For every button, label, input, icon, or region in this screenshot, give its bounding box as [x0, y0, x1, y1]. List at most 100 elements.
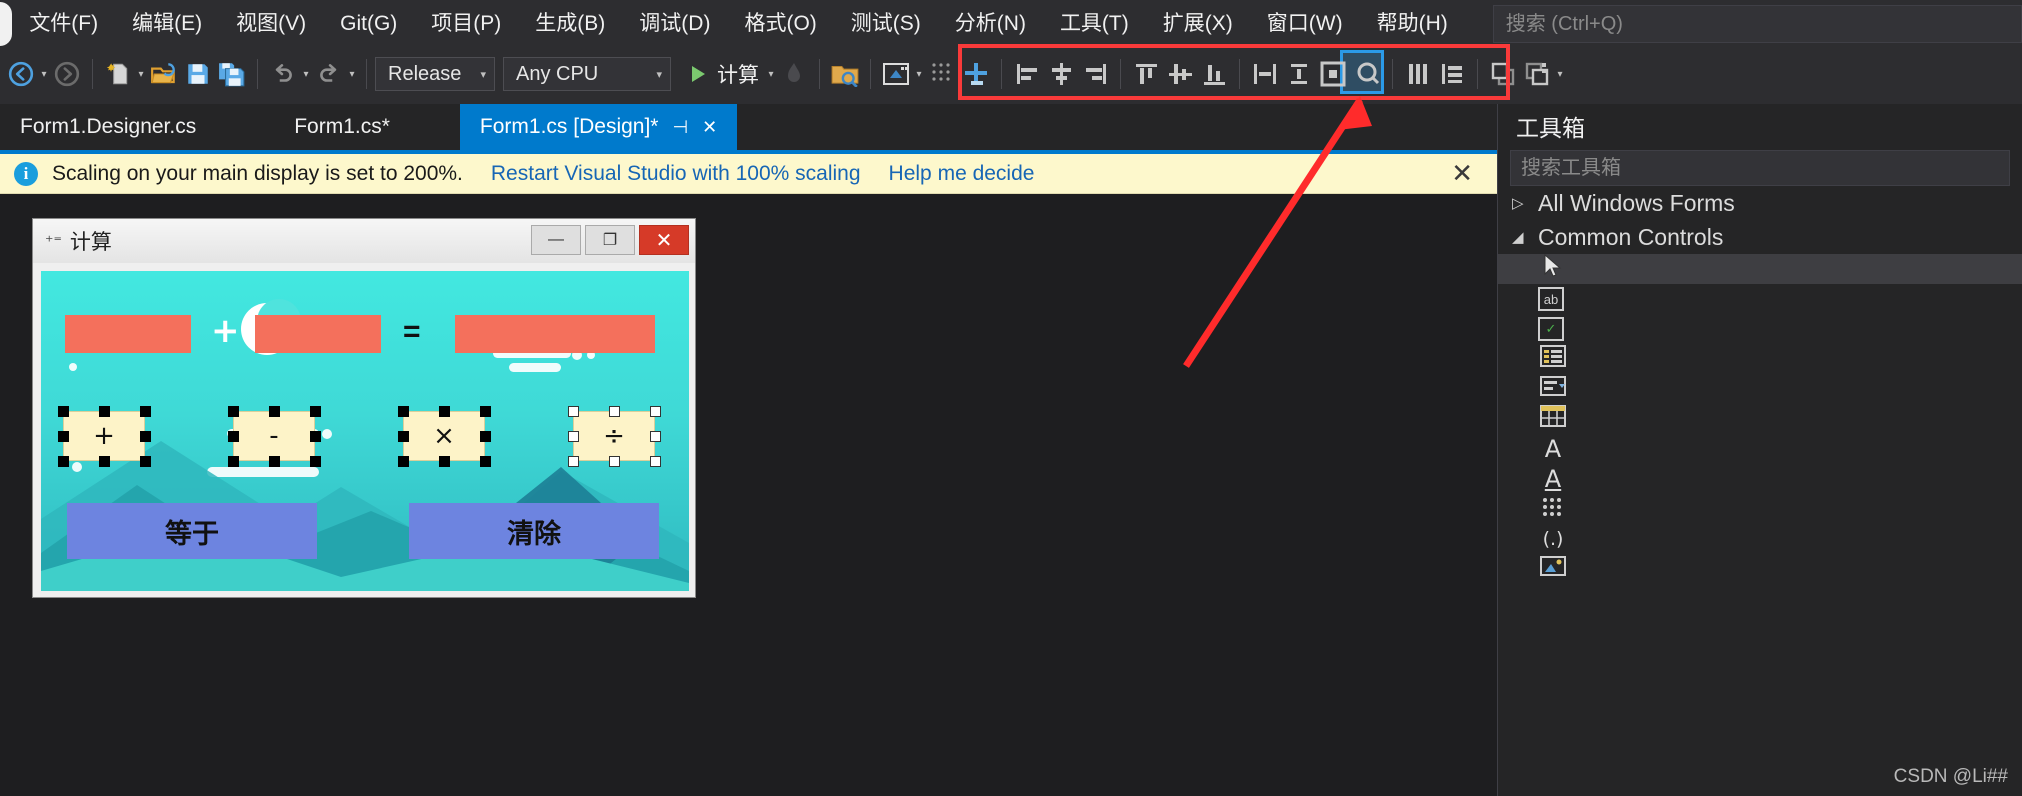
resize-handle[interactable] [58, 431, 69, 442]
resize-handle[interactable] [310, 431, 321, 442]
resize-handle[interactable] [140, 456, 151, 467]
overflow-chevron-icon[interactable]: ▾ [1554, 55, 1566, 93]
undo-icon[interactable] [266, 55, 300, 93]
toolbox-item-datagridview[interactable] [1498, 404, 2022, 434]
resize-handle[interactable] [398, 406, 409, 417]
navigate-back-icon[interactable] [4, 55, 38, 93]
resize-handle[interactable] [269, 456, 280, 467]
resize-handle[interactable] [568, 406, 579, 417]
align-bottoms-icon[interactable] [1197, 55, 1231, 93]
menu-item-edit[interactable]: 编辑(E) [115, 0, 219, 48]
start-debug-dropdown[interactable]: ▾ [765, 55, 777, 93]
menu-item-debug[interactable]: 调试(D) [622, 0, 727, 48]
size-to-grid-icon[interactable] [1350, 55, 1384, 93]
form-designer-canvas[interactable]: ⁺⁼ 计算 — ❐ ✕ + = + - × ÷ 等于 清除 [0, 194, 1497, 796]
tab-form1-cs-design[interactable]: Form1.cs [Design]* ⊣ ✕ [459, 104, 738, 150]
bring-to-front-icon[interactable] [1486, 55, 1520, 93]
navigate-back-dropdown[interactable]: ▾ [38, 55, 50, 93]
toolbox-item-linklabel[interactable]: A [1498, 464, 2022, 494]
align-lefts-icon[interactable] [1010, 55, 1044, 93]
resize-handle[interactable] [310, 406, 321, 417]
resize-handle[interactable] [228, 406, 239, 417]
toolbox-item-checkbox[interactable]: ✓ [1498, 314, 2022, 344]
align-middles-icon[interactable] [1163, 55, 1197, 93]
new-item-dropdown[interactable]: ▾ [135, 55, 147, 93]
button-multiply[interactable]: × [403, 411, 485, 461]
snap-to-grid-icon[interactable] [925, 55, 959, 93]
new-item-icon[interactable] [101, 55, 135, 93]
toolbox-item-listbox[interactable] [1498, 344, 2022, 374]
menu-item-view[interactable]: 视图(V) [219, 0, 323, 48]
resize-handle[interactable] [58, 456, 69, 467]
solution-configuration-combo[interactable]: Release ▾ [375, 57, 495, 91]
resize-handle[interactable] [480, 431, 491, 442]
resize-handle[interactable] [228, 456, 239, 467]
resize-handle[interactable] [568, 431, 579, 442]
resize-handle[interactable] [609, 406, 620, 417]
toolbox-item-numericupdown[interactable]: (.) [1498, 524, 2022, 554]
menu-item-window[interactable]: 窗口(W) [1250, 0, 1360, 48]
textbox-result[interactable] [455, 315, 655, 353]
resize-handle[interactable] [228, 431, 239, 442]
resize-handle[interactable] [58, 406, 69, 417]
menu-item-test[interactable]: 测试(S) [834, 0, 938, 48]
resize-handle[interactable] [480, 406, 491, 417]
restart-100-scaling-link[interactable]: Restart Visual Studio with 100% scaling [491, 162, 861, 186]
designer-home-icon[interactable] [879, 55, 913, 93]
designer-home-dropdown[interactable]: ▾ [913, 55, 925, 93]
form-maximize-button[interactable]: ❐ [585, 225, 635, 255]
button-add[interactable]: + [63, 411, 145, 461]
button-subtract[interactable]: - [233, 411, 315, 461]
save-all-icon[interactable] [215, 55, 249, 93]
send-to-back-icon[interactable] [1520, 55, 1554, 93]
toolbox-item-textbox[interactable]: ab [1498, 284, 2022, 314]
button-equals[interactable]: 等于 [67, 503, 317, 559]
resize-handle[interactable] [439, 456, 450, 467]
pin-tab-icon[interactable]: ⊣ [672, 117, 688, 138]
align-centers-icon[interactable] [1044, 55, 1078, 93]
form-client-area[interactable]: + = + - × ÷ 等于 清除 [41, 271, 689, 591]
align-tops-icon[interactable] [1129, 55, 1163, 93]
navigate-forward-icon[interactable] [50, 55, 84, 93]
resize-handle[interactable] [650, 456, 661, 467]
make-same-height-icon[interactable] [1282, 55, 1316, 93]
design-form-window[interactable]: ⁺⁼ 计算 — ❐ ✕ + = + - × ÷ 等于 清除 [32, 218, 696, 598]
resize-handle[interactable] [310, 456, 321, 467]
menu-item-format[interactable]: 格式(O) [727, 0, 833, 48]
close-info-bar-icon[interactable]: ✕ [1451, 158, 1473, 189]
button-clear[interactable]: 清除 [409, 503, 659, 559]
save-icon[interactable] [181, 55, 215, 93]
resize-handle[interactable] [140, 406, 151, 417]
menu-item-extensions[interactable]: 扩展(X) [1146, 0, 1250, 48]
form-close-button[interactable]: ✕ [639, 225, 689, 255]
tab-form1-designer-cs[interactable]: Form1.Designer.cs [0, 104, 216, 150]
toolbox-item-maskedtextbox[interactable] [1498, 494, 2022, 524]
align-rights-icon[interactable] [1078, 55, 1112, 93]
toolbox-item-pointer[interactable] [1498, 253, 2022, 284]
resize-handle[interactable] [439, 406, 450, 417]
menu-item-file[interactable]: 文件(F) [12, 0, 115, 48]
resize-handle[interactable] [480, 456, 491, 467]
resize-handle[interactable] [568, 456, 579, 467]
resize-handle[interactable] [269, 406, 280, 417]
toolbox-item-combobox[interactable] [1498, 374, 2022, 404]
open-file-icon[interactable] [147, 55, 181, 93]
menu-item-build[interactable]: 生成(B) [518, 0, 622, 48]
resize-handle[interactable] [140, 431, 151, 442]
quick-launch-search[interactable]: 搜索 (Ctrl+Q) [1492, 5, 2022, 43]
redo-icon[interactable] [312, 55, 346, 93]
tab-order-icon[interactable] [959, 55, 993, 93]
search-folder-icon[interactable] [828, 55, 862, 93]
vertical-spacing-make-equal-icon[interactable] [1435, 55, 1469, 93]
toolbox-search-input[interactable]: 搜索工具箱 [1510, 150, 2010, 186]
menu-item-tools[interactable]: 工具(T) [1043, 0, 1146, 48]
menu-item-help[interactable]: 帮助(H) [1360, 0, 1465, 48]
menu-item-analyze[interactable]: 分析(N) [938, 0, 1043, 48]
resize-handle[interactable] [99, 406, 110, 417]
redo-dropdown[interactable]: ▾ [346, 55, 358, 93]
menu-item-git[interactable]: Git(G) [323, 0, 414, 48]
resize-handle[interactable] [650, 431, 661, 442]
textbox-operand-2[interactable] [255, 315, 381, 353]
horizontal-spacing-make-equal-icon[interactable] [1401, 55, 1435, 93]
menu-item-project[interactable]: 项目(P) [414, 0, 518, 48]
